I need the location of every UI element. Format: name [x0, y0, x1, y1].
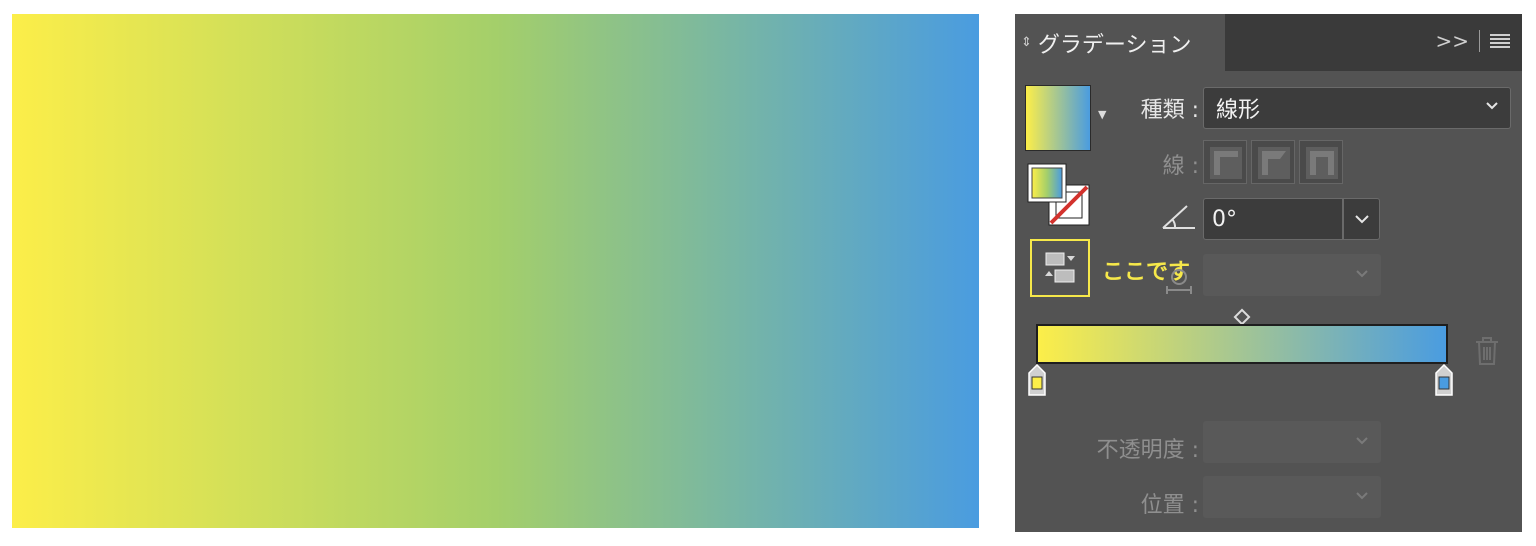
gradient-stop-start[interactable] [1028, 364, 1046, 396]
tab-gradient[interactable]: ⇕ グラデーション [1015, 14, 1225, 71]
chevron-down-icon [1486, 102, 1498, 110]
type-select[interactable]: 線形 [1203, 87, 1511, 129]
angle-value: 0° [1212, 206, 1237, 232]
panel-tabbar: ⇕ グラデーション >> [1015, 14, 1522, 71]
expand-panel-button[interactable]: >> [1435, 29, 1469, 53]
fill-stroke-icon [1027, 163, 1090, 226]
aspect-ratio-icon [1166, 269, 1192, 294]
opacity-label: 不透明度 : [1096, 438, 1199, 463]
swatch-dropdown-icon[interactable]: ▼ [1098, 108, 1106, 121]
stroke-within-button[interactable] [1203, 140, 1247, 184]
opacity-select[interactable] [1203, 421, 1381, 463]
chevron-down-icon [1356, 270, 1368, 278]
trash-icon[interactable] [1474, 336, 1500, 366]
chevron-down-icon [1355, 215, 1369, 224]
chevron-down-icon [1356, 492, 1368, 500]
stroke-across-button[interactable] [1299, 140, 1343, 184]
stroke-across-icon [1306, 147, 1338, 179]
gradient-swatch[interactable] [1025, 85, 1091, 151]
type-label: 種類 : [1140, 98, 1199, 123]
edit-gradient-button[interactable] [1030, 239, 1090, 297]
gradient-rectangle[interactable] [12, 14, 979, 528]
fill-stroke-selector[interactable] [1027, 163, 1091, 227]
angle-input[interactable]: 0° [1203, 198, 1343, 240]
gradient-midpoint-handle[interactable] [1233, 308, 1251, 326]
divider [1479, 30, 1480, 52]
type-value: 線形 [1216, 98, 1261, 123]
artboard [0, 0, 1000, 546]
gradient-stop-end[interactable] [1435, 364, 1453, 396]
stroke-within-icon [1210, 147, 1242, 179]
chevron-down-icon [1356, 437, 1368, 445]
angle-icon [1162, 205, 1195, 229]
aspect-ratio-select[interactable] [1203, 254, 1381, 296]
position-label: 位置 : [1140, 493, 1199, 518]
stroke-along-icon [1258, 147, 1290, 179]
panel-controls: >> [1435, 29, 1510, 53]
panel-title: グラデーション [1037, 32, 1192, 58]
gradient-slider[interactable] [1036, 324, 1448, 364]
edit-gradient-icon [1045, 252, 1075, 283]
position-select[interactable] [1203, 476, 1381, 518]
up-down-arrows-icon[interactable]: ⇕ [1021, 35, 1032, 50]
gradient-panel: ⇕ グラデーション >> ▼ 種類 : 線形 線 : 0° ここです 不透明度 … [1015, 14, 1522, 532]
stroke-along-button[interactable] [1251, 140, 1295, 184]
angle-dropdown-button[interactable] [1343, 198, 1380, 240]
hamburger-icon[interactable] [1490, 34, 1510, 48]
stroke-label: 線 : [1162, 154, 1199, 179]
